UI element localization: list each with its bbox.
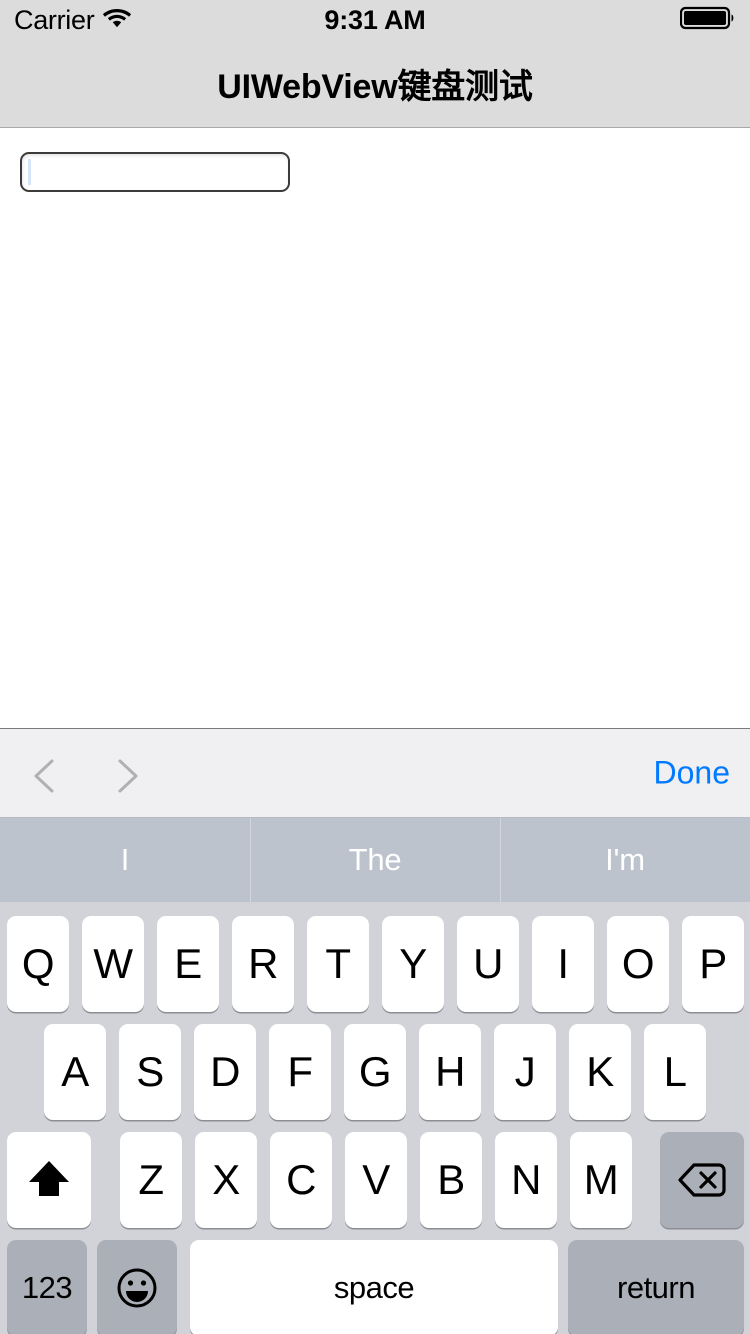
key-p[interactable]: P <box>682 916 744 1012</box>
emoji-smiley-icon <box>113 1264 161 1312</box>
key-s[interactable]: S <box>119 1024 181 1120</box>
status-bar: Carrier 9:31 AM <box>0 0 750 40</box>
suggestion-item-3[interactable]: I'm <box>500 818 750 902</box>
key-o[interactable]: O <box>607 916 669 1012</box>
key-j[interactable]: J <box>494 1024 556 1120</box>
key-f[interactable]: F <box>269 1024 331 1120</box>
status-bar-time: 9:31 AM <box>324 4 426 35</box>
key-q[interactable]: Q <box>7 916 69 1012</box>
shift-key[interactable] <box>7 1132 91 1228</box>
key-e[interactable]: E <box>157 916 219 1012</box>
key-d[interactable]: D <box>194 1024 256 1120</box>
suggestion-item-1[interactable]: I <box>0 818 250 902</box>
key-m[interactable]: M <box>570 1132 632 1228</box>
key-l[interactable]: L <box>644 1024 706 1120</box>
return-key[interactable]: return <box>568 1240 744 1334</box>
key-t[interactable]: T <box>307 916 369 1012</box>
battery-full-icon <box>679 5 736 36</box>
suggestion-item-2[interactable]: The <box>250 818 500 902</box>
key-k[interactable]: K <box>569 1024 631 1120</box>
keyboard-accessory-toolbar: Done <box>0 728 750 818</box>
navigation-bar: UIWebView键盘测试 <box>0 40 750 128</box>
key-c[interactable]: C <box>270 1132 332 1228</box>
key-b[interactable]: B <box>420 1132 482 1228</box>
chevron-left-icon <box>28 756 62 796</box>
key-u[interactable]: U <box>457 916 519 1012</box>
backspace-key[interactable] <box>660 1132 744 1228</box>
keyboard-row-4: 123 space return <box>0 1240 750 1334</box>
previous-field-button[interactable] <box>28 756 62 793</box>
keyboard-row-2: A S D F G H J K L <box>0 1024 750 1120</box>
key-h[interactable]: H <box>419 1024 481 1120</box>
key-i[interactable]: I <box>532 916 594 1012</box>
key-g[interactable]: G <box>344 1024 406 1120</box>
keyboard-row-1: Q W E R T Y U I O P <box>0 916 750 1012</box>
text-caret <box>28 159 31 185</box>
key-n[interactable]: N <box>495 1132 557 1228</box>
status-bar-right <box>679 5 736 36</box>
page-title: UIWebView键盘测试 <box>217 68 533 106</box>
next-field-button[interactable] <box>110 756 144 793</box>
shift-icon <box>25 1156 73 1204</box>
emoji-key[interactable] <box>97 1240 177 1334</box>
webview-content <box>0 129 750 728</box>
predictive-suggestion-bar: I The I'm <box>0 818 750 902</box>
key-z[interactable]: Z <box>120 1132 182 1228</box>
key-a[interactable]: A <box>44 1024 106 1120</box>
key-y[interactable]: Y <box>382 916 444 1012</box>
done-button[interactable]: Done <box>650 749 735 798</box>
key-v[interactable]: V <box>345 1132 407 1228</box>
space-key[interactable]: space <box>190 1240 558 1334</box>
iphone-screen: Carrier 9:31 AM UIWebView键盘测试 Done I The… <box>0 0 750 1334</box>
key-x[interactable]: X <box>195 1132 257 1228</box>
key-r[interactable]: R <box>232 916 294 1012</box>
keyboard-row-3: Z X C V B N M <box>0 1132 750 1228</box>
numbers-key[interactable]: 123 <box>7 1240 87 1334</box>
chevron-right-icon <box>110 756 144 796</box>
backspace-icon <box>677 1161 727 1199</box>
key-w[interactable]: W <box>82 916 144 1012</box>
text-input-field[interactable] <box>20 152 290 192</box>
onscreen-keyboard: Q W E R T Y U I O P A S D F G H J K L Z … <box>0 902 750 1334</box>
